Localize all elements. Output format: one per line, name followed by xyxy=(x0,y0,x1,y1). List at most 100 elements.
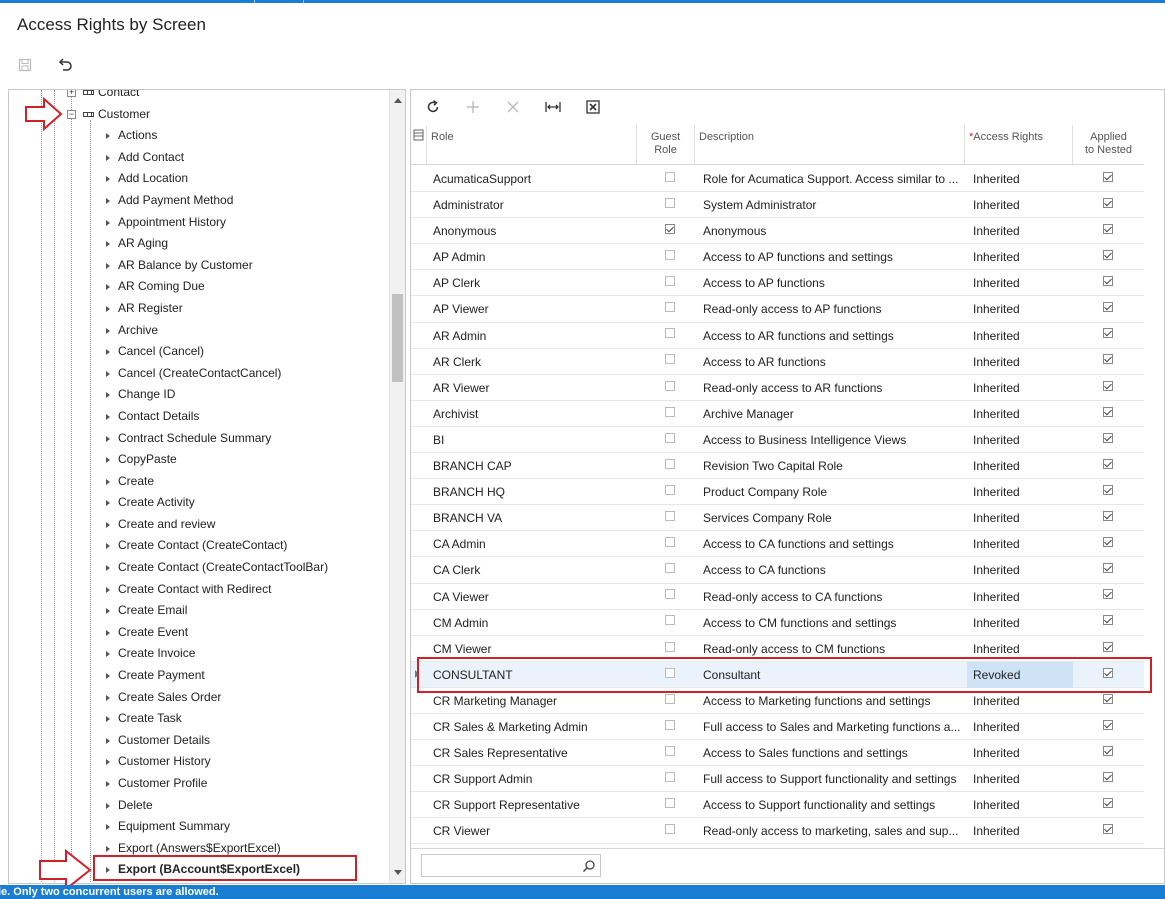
role-cell[interactable]: AR Clerk xyxy=(433,349,633,375)
table-row[interactable]: BRANCH CAP Revision Two Capital Role Inher… xyxy=(411,453,1146,480)
role-cell[interactable]: AP Admin xyxy=(433,244,633,270)
guest-role-cell[interactable] xyxy=(645,714,695,740)
guest-role-checkbox[interactable] xyxy=(665,719,675,730)
delete-row-button[interactable] xyxy=(499,93,527,121)
guest-role-cell[interactable] xyxy=(645,323,695,349)
tree-node[interactable]: Add Location xyxy=(9,168,389,190)
tree-node[interactable]: AR Aging xyxy=(9,233,389,255)
applied-to-nested-checkbox[interactable] xyxy=(1103,302,1113,313)
guest-role-cell[interactable] xyxy=(645,375,695,401)
guest-role-checkbox[interactable] xyxy=(665,432,675,443)
applied-to-nested-cell[interactable] xyxy=(1075,818,1141,844)
applied-to-nested-cell[interactable] xyxy=(1075,714,1141,740)
applied-to-nested-checkbox[interactable] xyxy=(1103,171,1113,182)
expand-caret-icon[interactable] xyxy=(106,565,110,572)
applied-to-nested-cell[interactable] xyxy=(1075,740,1141,766)
role-cell[interactable]: Administrator xyxy=(433,192,633,218)
applied-to-nested-checkbox[interactable] xyxy=(1103,458,1113,469)
applied-to-nested-checkbox[interactable] xyxy=(1103,511,1113,522)
table-row[interactable]: Archivist Archive Manager Inherited xyxy=(411,401,1146,427)
table-row[interactable]: AP Clerk Access to AP functions Inherited xyxy=(411,270,1146,297)
scroll-thumb[interactable] xyxy=(392,294,403,382)
guest-role-checkbox[interactable] xyxy=(665,276,675,287)
undo-button[interactable] xyxy=(52,52,78,78)
applied-to-nested-cell[interactable] xyxy=(1075,323,1141,349)
description-cell[interactable]: Access to CM functions and settings xyxy=(703,610,963,636)
table-row[interactable]: CA Viewer Read-only access to CA function… xyxy=(411,584,1146,610)
access-rights-cell[interactable]: Inherited xyxy=(973,270,1073,296)
guest-role-cell[interactable] xyxy=(645,792,695,818)
guest-role-checkbox[interactable] xyxy=(665,771,675,782)
description-cell[interactable]: Read-only access to AR functions xyxy=(703,375,963,401)
guest-role-checkbox[interactable] xyxy=(665,641,675,652)
tree-node[interactable]: Add Contact xyxy=(9,147,389,169)
role-cell[interactable]: BRANCH VA xyxy=(433,505,633,531)
applied-to-nested-cell[interactable] xyxy=(1075,557,1141,583)
access-rights-cell[interactable]: Inherited xyxy=(973,740,1073,766)
guest-role-checkbox[interactable] xyxy=(665,458,675,469)
tree-node[interactable]: Customer Profile xyxy=(9,773,389,795)
expand-caret-icon[interactable] xyxy=(106,241,110,248)
role-cell[interactable]: AP Viewer xyxy=(433,296,633,322)
description-cell[interactable]: Access to CA functions xyxy=(703,557,963,583)
table-row[interactable]: AcumaticaSupport Role for Acumatica Suppo… xyxy=(411,166,1146,193)
tree-node[interactable]: Create Payment xyxy=(9,665,389,687)
applied-to-nested-cell[interactable] xyxy=(1075,766,1141,792)
access-rights-cell[interactable]: Inherited xyxy=(973,453,1073,479)
access-rights-cell[interactable]: Inherited xyxy=(973,531,1073,557)
table-row[interactable]: CR Sales Representative Access to Sales f… xyxy=(411,740,1146,767)
applied-to-nested-cell[interactable] xyxy=(1075,453,1141,479)
expand-caret-icon[interactable] xyxy=(106,521,110,528)
guest-role-cell[interactable] xyxy=(645,192,695,218)
role-cell[interactable]: BRANCH CAP xyxy=(433,453,633,479)
expand-caret-icon[interactable] xyxy=(106,457,110,464)
role-cell[interactable]: AcumaticaSupport xyxy=(433,166,633,192)
tree-node[interactable]: CopyPaste xyxy=(9,449,389,471)
expand-caret-icon[interactable] xyxy=(106,349,110,356)
expand-caret-icon[interactable] xyxy=(106,327,110,334)
tree-node-contact[interactable]: + Contact xyxy=(9,90,389,104)
guest-role-checkbox[interactable] xyxy=(665,824,675,835)
guest-role-checkbox[interactable] xyxy=(665,693,675,704)
tree-node[interactable]: Cancel (CreateContactCancel) xyxy=(9,363,389,385)
applied-to-nested-checkbox[interactable] xyxy=(1103,693,1113,704)
column-header-description[interactable]: Description xyxy=(695,125,965,165)
applied-to-nested-cell[interactable] xyxy=(1075,531,1141,557)
table-row[interactable]: CA Clerk Access to CA functions Inherited xyxy=(411,557,1146,584)
guest-role-checkbox[interactable] xyxy=(665,511,675,522)
guest-role-cell[interactable] xyxy=(645,349,695,375)
role-cell[interactable]: AR Viewer xyxy=(433,375,633,401)
screen-tree-panel[interactable]: + Contact − Customer Actions Add Contact A… xyxy=(8,89,406,884)
applied-to-nested-checkbox[interactable] xyxy=(1103,641,1113,652)
tree-node[interactable]: Delete xyxy=(9,795,389,817)
applied-to-nested-checkbox[interactable] xyxy=(1103,406,1113,417)
applied-to-nested-cell[interactable] xyxy=(1075,792,1141,818)
column-header-applied-to-nested[interactable]: Applied to Nested xyxy=(1073,125,1145,165)
guest-role-cell[interactable] xyxy=(645,453,695,479)
applied-to-nested-cell[interactable] xyxy=(1075,270,1141,296)
description-cell[interactable]: Access to AR functions xyxy=(703,349,963,375)
guest-role-cell[interactable] xyxy=(645,584,695,610)
applied-to-nested-cell[interactable] xyxy=(1075,349,1141,375)
expand-caret-icon[interactable] xyxy=(106,586,110,593)
guest-role-checkbox[interactable] xyxy=(665,537,675,548)
description-cell[interactable]: Read-only access to marketing, sales and… xyxy=(703,818,963,844)
guest-role-checkbox[interactable] xyxy=(665,563,675,574)
applied-to-nested-checkbox[interactable] xyxy=(1103,354,1113,365)
access-rights-cell[interactable]: Inherited xyxy=(973,479,1073,505)
guest-role-cell[interactable] xyxy=(645,218,695,244)
guest-role-cell[interactable] xyxy=(645,610,695,636)
tree-node[interactable]: Create Email xyxy=(9,600,389,622)
applied-to-nested-checkbox[interactable] xyxy=(1103,719,1113,730)
description-cell[interactable]: Product Company Role xyxy=(703,479,963,505)
expand-caret-icon[interactable] xyxy=(106,305,110,312)
description-cell[interactable]: Revision Two Capital Role xyxy=(703,453,963,479)
expand-caret-icon[interactable] xyxy=(106,694,110,701)
applied-to-nested-cell[interactable] xyxy=(1075,244,1141,270)
role-cell[interactable]: BRANCH HQ xyxy=(433,479,633,505)
role-cell[interactable]: CR Support Admin xyxy=(433,766,633,792)
applied-to-nested-checkbox[interactable] xyxy=(1103,589,1113,600)
applied-to-nested-checkbox[interactable] xyxy=(1103,432,1113,443)
expand-caret-icon[interactable] xyxy=(106,500,110,507)
role-cell[interactable]: CR Support Representative xyxy=(433,792,633,818)
